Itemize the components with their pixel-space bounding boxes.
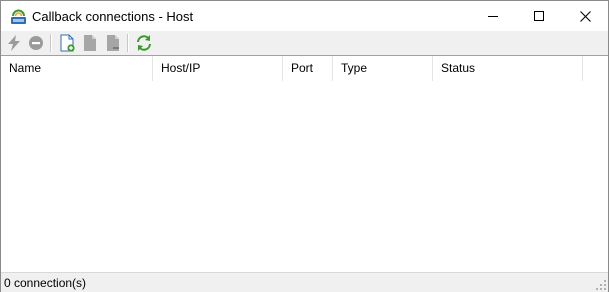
toolbar-separator xyxy=(50,34,52,52)
connections-list[interactable]: Name Host/IP Port Type Status xyxy=(1,55,608,272)
title-bar[interactable]: Callback connections - Host xyxy=(1,1,608,31)
connection-count: 0 connection(s) xyxy=(4,276,87,290)
resize-grip-icon[interactable] xyxy=(596,280,606,290)
column-header-name[interactable]: Name xyxy=(1,56,153,81)
app-icon xyxy=(11,9,26,24)
status-bar: 0 connection(s) xyxy=(1,272,608,292)
edit-connection-icon[interactable] xyxy=(81,34,99,52)
toolbar-separator xyxy=(127,34,129,52)
delete-connection-icon[interactable] xyxy=(104,34,122,52)
connect-icon[interactable] xyxy=(5,34,23,52)
close-button[interactable] xyxy=(562,1,608,31)
column-header-host-ip[interactable]: Host/IP xyxy=(153,56,283,81)
minimize-icon xyxy=(488,16,498,17)
minimize-button[interactable] xyxy=(470,1,516,31)
close-icon xyxy=(579,10,591,22)
list-header: Name Host/IP Port Type Status xyxy=(1,56,608,81)
callback-connections-window: Callback connections - Host Name Host/IP… xyxy=(0,0,609,292)
window-title: Callback connections - Host xyxy=(32,9,194,24)
disconnect-icon[interactable] xyxy=(27,34,45,52)
toolbar xyxy=(1,31,608,55)
refresh-icon[interactable] xyxy=(135,34,153,52)
maximize-icon xyxy=(534,11,544,21)
column-header-type[interactable]: Type xyxy=(333,56,433,81)
maximize-button[interactable] xyxy=(516,1,562,31)
new-connection-icon[interactable] xyxy=(58,34,76,52)
column-header-port[interactable]: Port xyxy=(283,56,333,81)
column-header-status[interactable]: Status xyxy=(433,56,583,81)
